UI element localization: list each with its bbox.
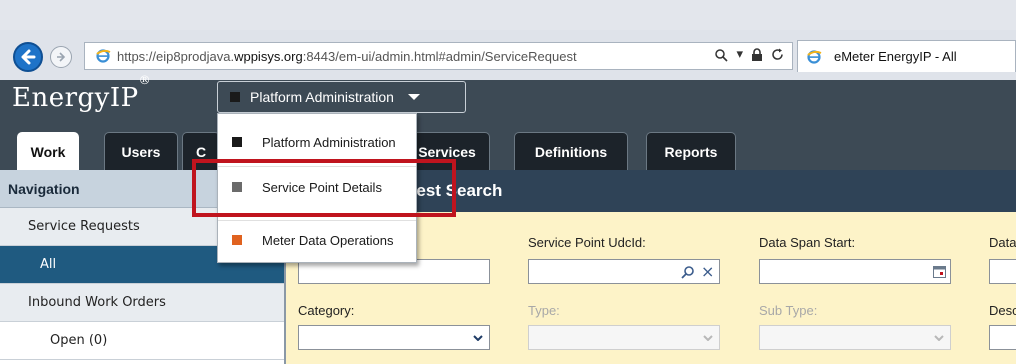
type-select[interactable] [528, 325, 720, 350]
tab-label: Users [121, 143, 161, 160]
platform-dropdown[interactable]: Platform Administration [217, 81, 466, 113]
chevron-down-icon [471, 332, 485, 344]
ie-logo-icon [96, 49, 111, 63]
refresh-icon[interactable] [771, 48, 784, 61]
nav-item-label: All [40, 257, 57, 272]
platform-dropdown-label: Platform Administration [250, 89, 394, 105]
tab-work[interactable]: Work [17, 132, 79, 170]
square-icon [232, 235, 242, 245]
navigation-header-label: Navigation [8, 180, 80, 197]
data-label: Data [989, 235, 1016, 250]
arrow-right-icon [57, 52, 66, 62]
tab-users[interactable]: Users [104, 132, 178, 170]
menu-item-label: Meter Data Operations [262, 232, 394, 248]
category-label: Category: [298, 303, 355, 318]
tab-label: Services [418, 143, 476, 160]
service-point-udcid-input[interactable]: × [528, 259, 720, 284]
data-span-start-input[interactable] [759, 259, 951, 284]
browser-tab-title: eMeter EnergyIP - All [834, 49, 957, 64]
menu-item-meter-data-operations[interactable]: Meter Data Operations [218, 220, 416, 260]
service-point-udcid-label: Service Point UdcId: [528, 235, 646, 250]
logo-text: EnergyIP [12, 83, 139, 113]
address-tools[interactable]: ▾ [714, 47, 784, 62]
tab-label: Reports [664, 143, 718, 160]
tab-label: Work [30, 143, 66, 160]
chevron-down-icon [407, 94, 420, 100]
platform-square-icon [230, 92, 240, 102]
search-icon[interactable] [681, 265, 695, 279]
url-suffix: :8443/em-ui/admin.html#admin/ServiceRequ… [302, 48, 577, 64]
url-text: https://eip8prodjava.wppisys.org:8443/em… [117, 49, 577, 64]
dropdown-caret-icon[interactable]: ▾ [736, 47, 743, 62]
data-input[interactable] [989, 259, 1016, 284]
calendar-icon[interactable] [933, 265, 946, 278]
address-bar[interactable]: https://eip8prodjava.wppisys.org:8443/em… [84, 42, 793, 70]
url-prefix: https://eip8prodjava. [117, 48, 235, 64]
lock-icon [752, 47, 762, 61]
arrow-left-icon [21, 49, 36, 65]
browser-tab[interactable]: eMeter EnergyIP - All [797, 40, 1016, 72]
url-host: wppisys.org [234, 48, 303, 64]
desc-input[interactable] [989, 325, 1016, 350]
square-icon [232, 137, 242, 147]
nav-item-label: Service Requests [28, 219, 140, 234]
nav-item-label: Inbound Work Orders [28, 295, 166, 310]
sub-type-label: Sub Type: [759, 303, 818, 318]
tab-label: C [195, 143, 207, 160]
ie-logo-icon [807, 49, 822, 64]
data-span-start-label: Data Span Start: [759, 235, 856, 250]
tab-definitions[interactable]: Definitions [514, 132, 628, 170]
app-logo: EnergyIP® [12, 73, 151, 113]
forward-button[interactable] [50, 46, 72, 68]
back-button[interactable] [13, 42, 43, 72]
clear-icon[interactable]: × [701, 262, 714, 281]
highlight-annotation [192, 159, 456, 217]
type-label: Type: [528, 303, 560, 318]
window-title-strip [0, 0, 1016, 30]
nav-item-inbound-work-orders[interactable]: Inbound Work Orders [0, 284, 284, 322]
sub-type-select[interactable] [759, 325, 951, 350]
desc-label: Desc [989, 303, 1016, 318]
menu-item-label: Platform Administration [262, 134, 396, 150]
chevron-down-icon [701, 332, 715, 344]
tab-label: Definitions [534, 143, 608, 160]
nav-item-label: Open (0) [50, 333, 108, 348]
category-select[interactable] [298, 325, 490, 350]
menu-item-platform-administration[interactable]: Platform Administration [218, 122, 416, 162]
chevron-down-icon [932, 332, 946, 344]
logo-mark: ® [138, 73, 152, 88]
tab-reports[interactable]: Reports [646, 132, 736, 170]
nav-item-open[interactable]: Open (0) [0, 322, 284, 360]
search-icon[interactable] [714, 48, 729, 62]
